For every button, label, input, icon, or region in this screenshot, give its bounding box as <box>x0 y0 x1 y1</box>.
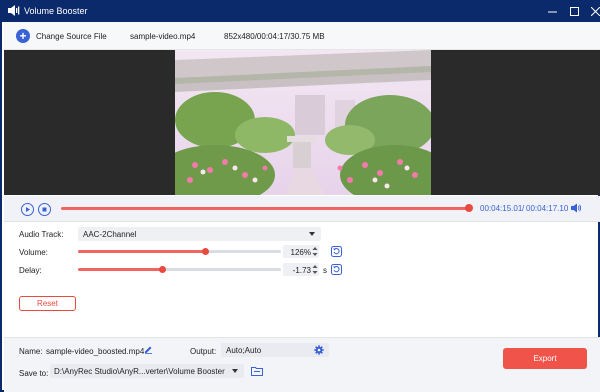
delay-reset-icon[interactable] <box>331 264 342 275</box>
volume-slider-fill[interactable] <box>78 250 205 253</box>
source-file-info: 852x480/00:04:17/30.75 MB <box>224 32 325 41</box>
audio-track-label: Audio Track: <box>19 230 64 239</box>
current-time: 00:04:15.01 <box>480 204 523 213</box>
play-icon <box>26 207 30 212</box>
progress-track[interactable] <box>61 207 470 210</box>
video-frame <box>175 50 431 195</box>
audio-track-value: AAC-2Channel <box>83 230 137 239</box>
volume-booster-window: Volume Booster + Change Source File samp… <box>0 0 600 392</box>
minimize-button[interactable] <box>543 3 561 19</box>
volume-slider-track[interactable] <box>205 250 281 253</box>
play-button[interactable] <box>21 203 34 216</box>
chevron-down-icon <box>309 232 315 236</box>
close-icon <box>590 6 600 16</box>
save-to-path: D:\AnyRec Studio\AnyR...verter\Volume Bo… <box>54 367 225 376</box>
plus-icon: + <box>19 29 27 43</box>
save-to-label: Save to: <box>19 369 49 378</box>
volume-value: 126% <box>290 248 311 257</box>
speaker-app-icon <box>8 5 20 16</box>
delay-slider-fill[interactable] <box>78 268 162 271</box>
output-format-field[interactable]: Auto;Auto <box>221 343 329 357</box>
delay-slider-knob[interactable] <box>159 266 166 273</box>
change-source-file-link[interactable]: Change Source File <box>36 32 107 41</box>
output-label: Output: <box>190 347 217 356</box>
gear-icon[interactable] <box>314 345 324 355</box>
file-toolbar: + Change Source File sample-video.mp4 85… <box>4 22 600 50</box>
total-time: 00:04:17.10 <box>526 204 569 213</box>
add-source-button[interactable]: + <box>16 29 30 43</box>
save-to-select[interactable]: D:\AnyRec Studio\AnyR...verter\Volume Bo… <box>50 364 244 378</box>
volume-label: Volume: <box>19 248 48 257</box>
time-separator: / <box>522 204 525 213</box>
playback-bar: 00:04:15.01 / 00:04:17.10 <box>4 196 600 222</box>
delay-label: Delay: <box>19 266 42 275</box>
audio-track-select[interactable]: AAC-2Channel <box>78 227 321 241</box>
progress-knob[interactable] <box>465 204 473 212</box>
delay-stepper-icon[interactable] <box>312 264 318 275</box>
chevron-down-icon <box>232 369 238 373</box>
output-file-name: sample-video_boosted.mp4 <box>46 347 145 356</box>
minimize-icon <box>547 11 557 12</box>
delay-input[interactable]: -1.73 <box>283 263 319 276</box>
delay-unit: s <box>323 266 327 275</box>
edit-icon[interactable] <box>144 345 153 354</box>
stop-button[interactable] <box>38 203 51 216</box>
maximize-icon <box>569 6 579 16</box>
maximize-button[interactable] <box>565 3 583 19</box>
volume-stepper-icon[interactable] <box>312 246 318 257</box>
reset-button[interactable]: Reset <box>19 296 76 311</box>
source-file-name: sample-video.mp4 <box>130 32 196 41</box>
output-format-value: Auto;Auto <box>226 346 262 355</box>
video-preview <box>4 50 600 195</box>
export-button[interactable]: Export <box>503 348 587 369</box>
stop-icon <box>42 207 47 212</box>
volume-input[interactable]: 126% <box>283 245 319 258</box>
name-label: Name: <box>19 347 43 356</box>
volume-reset-icon[interactable] <box>331 246 342 257</box>
close-button[interactable] <box>586 3 600 19</box>
delay-slider-track[interactable] <box>162 268 281 271</box>
title-bar: Volume Booster <box>2 0 600 22</box>
volume-icon[interactable] <box>570 202 582 214</box>
folder-icon[interactable] <box>251 366 263 376</box>
delay-value: -1.73 <box>292 266 311 275</box>
window-title: Volume Booster <box>24 6 88 16</box>
volume-slider-knob[interactable] <box>202 248 209 255</box>
